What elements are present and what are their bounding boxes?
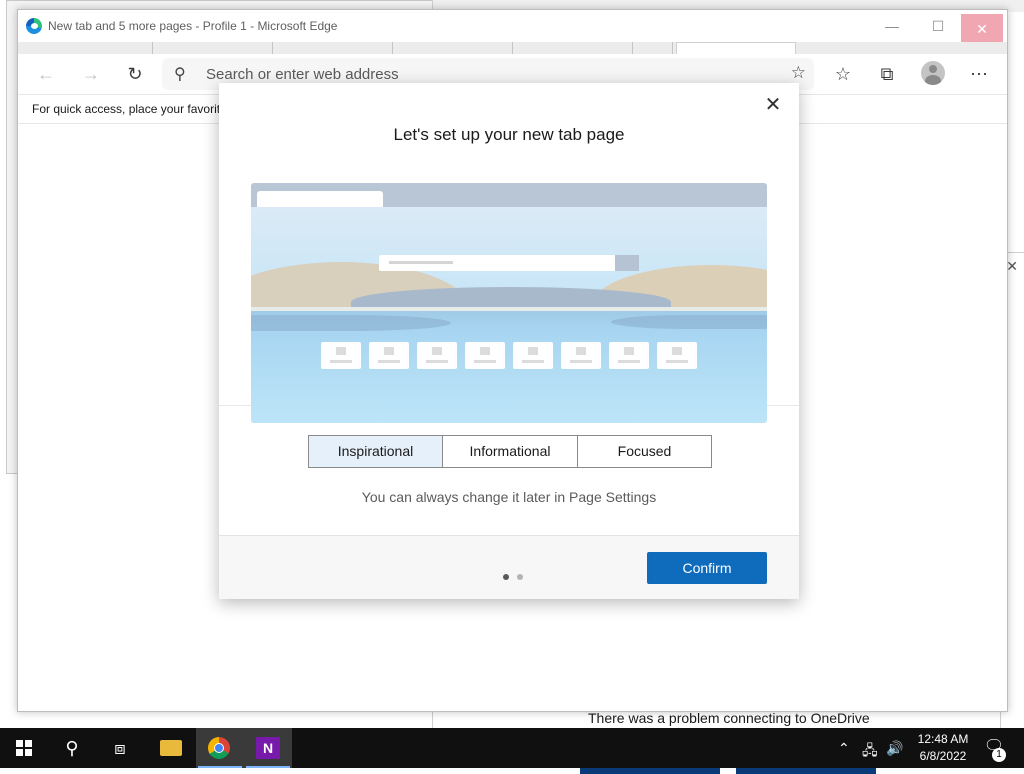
more-icon[interactable]: ⋯ — [965, 60, 993, 88]
preview-shadow — [611, 315, 767, 329]
start-icon[interactable] — [0, 728, 48, 768]
maximize-icon[interactable]: ☐ — [915, 10, 961, 42]
clock-time: 12:48 AM — [917, 732, 969, 746]
preview-tile — [609, 342, 649, 369]
minimize-icon[interactable]: — — [869, 10, 915, 42]
notification-count-badge: 1 — [992, 748, 1006, 762]
layout-option-inspirational[interactable]: Inspirational — [308, 435, 443, 468]
system-clock[interactable]: 12:48 AM 6/8/2022 — [904, 731, 982, 765]
layout-option-group: Inspirational Informational Focused — [308, 435, 712, 468]
tab-strip — [18, 42, 1007, 54]
preview-tile — [321, 342, 361, 369]
profile-avatar[interactable] — [921, 61, 945, 85]
title-bar: New tab and 5 more pages - Profile 1 - M… — [18, 10, 1007, 44]
dialog-body-band — [219, 405, 799, 536]
dialog-title: Let's set up your new tab page — [393, 125, 625, 144]
forward-arrow-icon[interactable]: → — [77, 60, 105, 88]
add-favorite-icon[interactable]: ☆ — [791, 63, 806, 83]
network-icon[interactable]: 🖧 — [862, 740, 878, 764]
page-indicator — [503, 568, 531, 583]
collections-icon[interactable]: ⧉ — [873, 60, 901, 88]
new-tab-setup-dialog: ✕ Let's set up your new tab page Inspira… — [219, 83, 799, 599]
onedrive-close-icon[interactable]: ✕ — [1006, 258, 1018, 275]
preview-tile — [417, 342, 457, 369]
preview-shadow — [251, 315, 451, 331]
layout-option-informational[interactable]: Informational — [443, 435, 578, 468]
refresh-icon[interactable]: ↻ — [121, 60, 149, 88]
favorites-icon[interactable]: ☆ — [829, 60, 857, 88]
preview-search-box — [379, 255, 639, 271]
browser-tab[interactable] — [272, 42, 393, 54]
preview-shore — [251, 307, 767, 311]
preview-tile — [657, 342, 697, 369]
browser-tab[interactable] — [632, 42, 673, 54]
preview-browser-frame — [251, 183, 767, 207]
favorites-bar-hint: For quick access, place your favorit — [32, 102, 221, 116]
task-view-icon[interactable]: ⧈ — [96, 728, 144, 768]
chevron-up-icon[interactable]: ⌃ — [838, 740, 850, 757]
browser-tab[interactable] — [392, 42, 513, 54]
file-explorer-glyph — [160, 740, 182, 756]
browser-tab-active[interactable] — [676, 42, 796, 54]
window-title: New tab and 5 more pages - Profile 1 - M… — [48, 19, 338, 33]
browser-tab[interactable] — [32, 42, 153, 54]
page-dot — [503, 574, 509, 580]
close-icon[interactable]: ✕ — [961, 14, 1003, 44]
settings-hint: You can always change it later in Page S… — [361, 489, 657, 505]
search-icon: ⚲ — [174, 66, 186, 83]
address-placeholder: Search or enter web address — [206, 66, 399, 83]
dialog-close-icon[interactable]: ✕ — [761, 93, 785, 117]
layout-option-focused[interactable]: Focused — [578, 435, 712, 468]
preview-background — [251, 207, 767, 423]
preview-tile — [561, 342, 601, 369]
page-dot — [517, 574, 523, 580]
onenote-glyph: N — [256, 737, 280, 759]
clock-date: 6/8/2022 — [919, 749, 967, 763]
edge-logo-icon — [26, 18, 42, 34]
preview-tile — [369, 342, 409, 369]
preview-tile — [465, 342, 505, 369]
volume-icon[interactable]: 🔊 — [886, 740, 903, 757]
browser-tab[interactable] — [152, 42, 273, 54]
preview-tile — [513, 342, 553, 369]
preview-tab — [257, 191, 383, 207]
confirm-button[interactable]: Confirm — [647, 552, 767, 584]
browser-tab[interactable] — [512, 42, 633, 54]
layout-preview-image — [251, 183, 767, 423]
dialog-footer: Confirm — [219, 535, 799, 599]
chrome-glyph — [208, 737, 230, 759]
onedrive-error-message: There was a problem connecting to OneDri… — [588, 710, 870, 726]
search-icon[interactable]: ⚲ — [48, 728, 96, 768]
back-arrow-icon[interactable]: ← — [32, 60, 60, 88]
